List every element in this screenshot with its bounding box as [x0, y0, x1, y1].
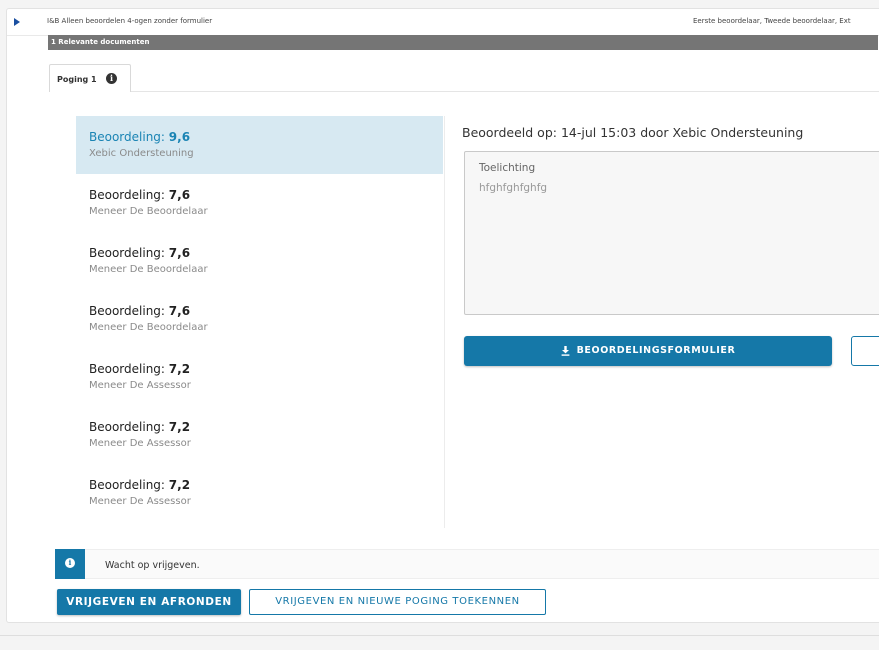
grade-assessor: Xebic Ondersteuning: [89, 148, 194, 159]
grade-label: Beoordeling:: [89, 130, 169, 144]
grade-label: Beoordeling:: [89, 362, 169, 376]
tab-poging-1[interactable]: Poging 1 i: [49, 64, 131, 92]
grade-list: Beoordeling: 9,6 Xebic Ondersteuning Beo…: [76, 116, 445, 528]
grade-item[interactable]: Beoordeling: 7,2 Meneer De Assessor: [76, 464, 443, 522]
grade-item[interactable]: Beoordeling: 7,6 Meneer De Beoordelaar: [76, 232, 443, 290]
release-and-new-attempt-button[interactable]: VRIJGEVEN EN NIEUWE POGING TOEKENNEN: [249, 589, 546, 615]
grade-title: Beoordeling: 9,6: [89, 130, 190, 144]
grade-item[interactable]: Beoordeling: 7,6 Meneer De Beoordelaar: [76, 290, 443, 348]
grade-label: Beoordeling:: [89, 304, 169, 318]
info-icon[interactable]: i: [106, 73, 117, 84]
grade-title: Beoordeling: 7,6: [89, 304, 190, 318]
grade-item[interactable]: Beoordeling: 7,2 Meneer De Assessor: [76, 348, 443, 406]
expand-arrow-icon[interactable]: [14, 18, 20, 26]
download-form-button[interactable]: BEOORDELINGSFORMULIER: [464, 336, 832, 366]
grade-value: 7,2: [168, 362, 191, 376]
grade-item[interactable]: Beoordeling: 7,2 Meneer De Assessor: [76, 406, 443, 464]
grade-item[interactable]: Beoordeling: 9,6 Xebic Ondersteuning: [76, 116, 443, 174]
grade-assessor: Meneer De Beoordelaar: [89, 322, 208, 333]
tab-divider: [131, 91, 879, 92]
grade-value: 7,2: [168, 420, 191, 434]
download-button-label: BEOORDELINGSFORMULIER: [576, 345, 736, 356]
release-and-finish-button[interactable]: VRIJGEVEN EN AFRONDEN: [57, 589, 241, 615]
grade-title: Beoordeling: 7,2: [89, 478, 190, 492]
grade-label: Beoordeling:: [89, 188, 169, 202]
grade-assessor: Meneer De Assessor: [89, 438, 191, 449]
grade-assessor: Meneer De Assessor: [89, 380, 191, 391]
page-divider: [0, 635, 879, 636]
grade-value: 9,6: [168, 130, 191, 144]
grade-value: 7,6: [168, 304, 191, 318]
assessor-roles: Eerste beoordelaar, Tweede beoordelaar, …: [693, 17, 851, 25]
toelichting-label: Toelichting: [479, 162, 536, 174]
grade-label: Beoordeling:: [89, 246, 169, 260]
download-icon: [561, 345, 569, 356]
grade-title: Beoordeling: 7,2: [89, 362, 190, 376]
section-header: 1 Relevante documenten: [48, 35, 878, 50]
toelichting-field[interactable]: Toelichting hfghfghfghfg: [464, 151, 879, 315]
grade-assessor: Meneer De Beoordelaar: [89, 264, 208, 275]
grade-title: Beoordeling: 7,6: [89, 188, 190, 202]
tab-label: Poging 1: [57, 75, 97, 84]
grade-assessor: Meneer De Beoordelaar: [89, 206, 208, 217]
judged-info: Beoordeeld op: 14-jul 15:03 door Xebic O…: [462, 125, 804, 140]
grade-assessor: Meneer De Assessor: [89, 496, 191, 507]
grade-title: Beoordeling: 7,6: [89, 246, 190, 260]
secondary-detail-button[interactable]: [851, 336, 879, 366]
grade-label: Beoordeling:: [89, 478, 169, 492]
alert-text: Wacht op vrijgeven.: [105, 560, 200, 571]
toelichting-value: hfghfghfghfg: [479, 182, 548, 194]
grade-item[interactable]: Beoordeling: 7,6 Meneer De Beoordelaar: [76, 174, 443, 232]
grade-title: Beoordeling: 7,2: [89, 420, 190, 434]
info-icon: i: [65, 558, 75, 568]
download-button-content: BEOORDELINGSFORMULIER: [464, 336, 832, 366]
assignment-row[interactable]: I&B Alleen beoordelen 4-ogen zonder form…: [7, 9, 879, 36]
assignment-title: I&B Alleen beoordelen 4-ogen zonder form…: [47, 17, 213, 25]
status-alert: i Wacht op vrijgeven.: [55, 549, 879, 579]
grade-label: Beoordeling:: [89, 420, 169, 434]
grade-value: 7,6: [168, 188, 191, 202]
grade-value: 7,2: [168, 478, 191, 492]
grade-value: 7,6: [168, 246, 191, 260]
alert-icon-box: i: [55, 549, 85, 579]
